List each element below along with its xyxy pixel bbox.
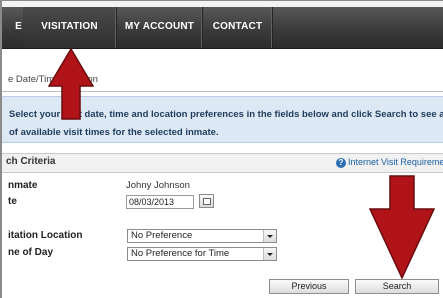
chevron-down-icon — [263, 248, 276, 260]
chevron-down-icon — [263, 230, 276, 242]
time-selected-value: No Preference for Time — [131, 248, 230, 259]
nav-item-contact[interactable]: CONTACT — [203, 7, 273, 48]
search-criteria-header: ch Criteria ?Internet Visit Requirements — [2, 153, 443, 173]
time-of-day-select[interactable]: No Preference for Time — [127, 247, 277, 261]
search-button[interactable]: Search — [355, 279, 439, 294]
location-select[interactable]: No Preference — [127, 229, 277, 243]
help-icon: ? — [336, 157, 346, 168]
location-selected-value: No Preference — [131, 230, 193, 241]
instructions-line-2: of available visit times for the selecte… — [9, 127, 219, 138]
date-field[interactable]: 08/03/2013 — [126, 195, 194, 209]
nav-item-my-account[interactable]: MY ACCOUNT — [117, 7, 203, 48]
browser-frame: E VISITATION MY ACCOUNT CONTACT e Date/T… — [0, 0, 443, 298]
visit-requirements-link[interactable]: ?Internet Visit Requirements — [336, 157, 443, 168]
inmate-value: Johny Johnson — [126, 180, 190, 191]
main-nav: E VISITATION MY ACCOUNT CONTACT — [2, 7, 443, 49]
date-label: te — [8, 196, 17, 207]
up-arrow-annotation — [48, 48, 94, 120]
time-of-day-label: ne of Day — [8, 247, 54, 258]
visit-requirements-label: Internet Visit Requirements — [348, 157, 443, 167]
inmate-label: nmate — [8, 180, 38, 191]
location-label: itation Location — [8, 230, 83, 241]
section-title: ch Criteria — [6, 156, 56, 167]
nav-item-visitation[interactable]: VISITATION — [23, 7, 117, 48]
previous-button[interactable]: Previous — [269, 279, 349, 294]
nav-item-partial[interactable]: E — [2, 7, 25, 48]
down-arrow-annotation — [368, 175, 436, 279]
calendar-icon[interactable] — [199, 194, 214, 208]
